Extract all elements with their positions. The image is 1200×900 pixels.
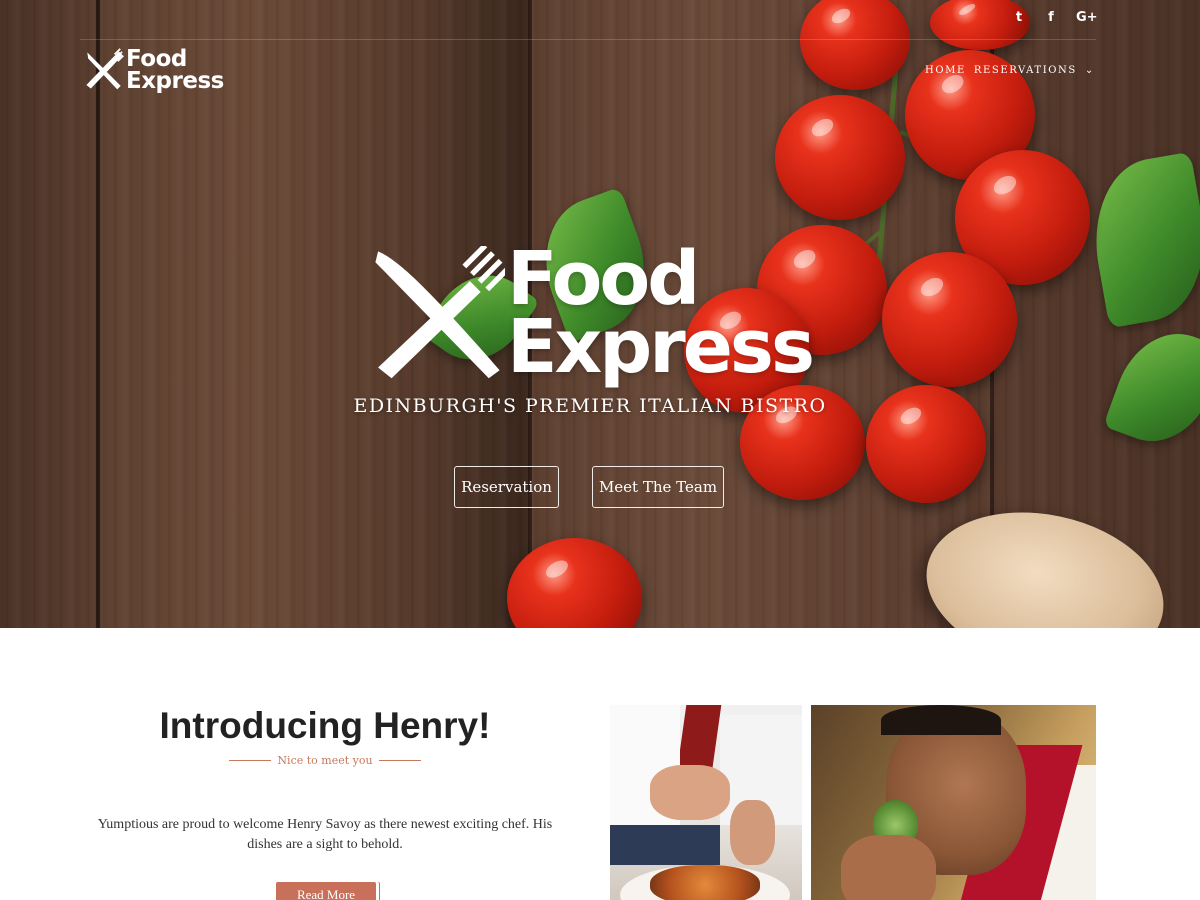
wooden-spoon [912,491,1178,628]
subtitle-text: Nice to meet you [277,754,373,767]
chef-herbs-photo [811,705,1096,900]
divider-line [229,760,272,761]
read-more-button[interactable]: Read More [276,882,376,900]
knife-fork-icon [86,48,124,90]
twitter-icon[interactable]: t [1012,10,1026,25]
logo-line-food: Food [126,46,187,72]
knife-fork-icon [375,245,505,378]
nav-item-home[interactable]: Home [925,65,966,76]
intro-paragraph: Yumptious are proud to welcome Henry Sav… [97,817,553,852]
chef-hand [730,800,775,865]
hero-wordmark: Food Express [507,236,815,390]
tomato [930,0,1030,50]
header-divider [80,39,1096,40]
chef-hand [841,835,936,900]
facebook-icon[interactable]: f [1044,10,1058,25]
chevron-down-icon[interactable]: ⌄ [1085,65,1093,76]
divider-line [378,760,421,761]
chef-plating-photo [610,705,802,900]
apron [610,825,720,865]
social-links: t f G+ [1012,10,1098,25]
hero-logo-line-express: Express [507,304,815,390]
main-nav: Home Reservations ⌄ [925,65,1093,76]
tomato [882,252,1017,387]
tomato [775,95,905,220]
hero-logo-line-food: Food [507,236,700,322]
plated-dish [650,865,760,900]
logo-wordmark: Food Express [126,46,224,94]
reservation-button[interactable]: Reservation [454,466,559,508]
section-title: Introducing Henry! [159,705,491,746]
site-logo[interactable]: Food Express [82,45,242,95]
basil-leaf [1081,151,1200,329]
nav-item-reservations[interactable]: Reservations [974,65,1077,76]
section-subtitle: Nice to meet you [100,754,550,767]
logo-line-express: Express [126,68,224,94]
meet-the-team-button[interactable]: Meet The Team [592,466,724,508]
hero-logo: Food Express [370,238,820,388]
hero-tagline: Edinburgh's Premier Italian Bistro [353,395,827,417]
chef-hair [881,705,1001,735]
google-plus-icon[interactable]: G+ [1076,10,1098,25]
chef-hand [650,765,730,820]
basil-leaf [1103,318,1200,457]
